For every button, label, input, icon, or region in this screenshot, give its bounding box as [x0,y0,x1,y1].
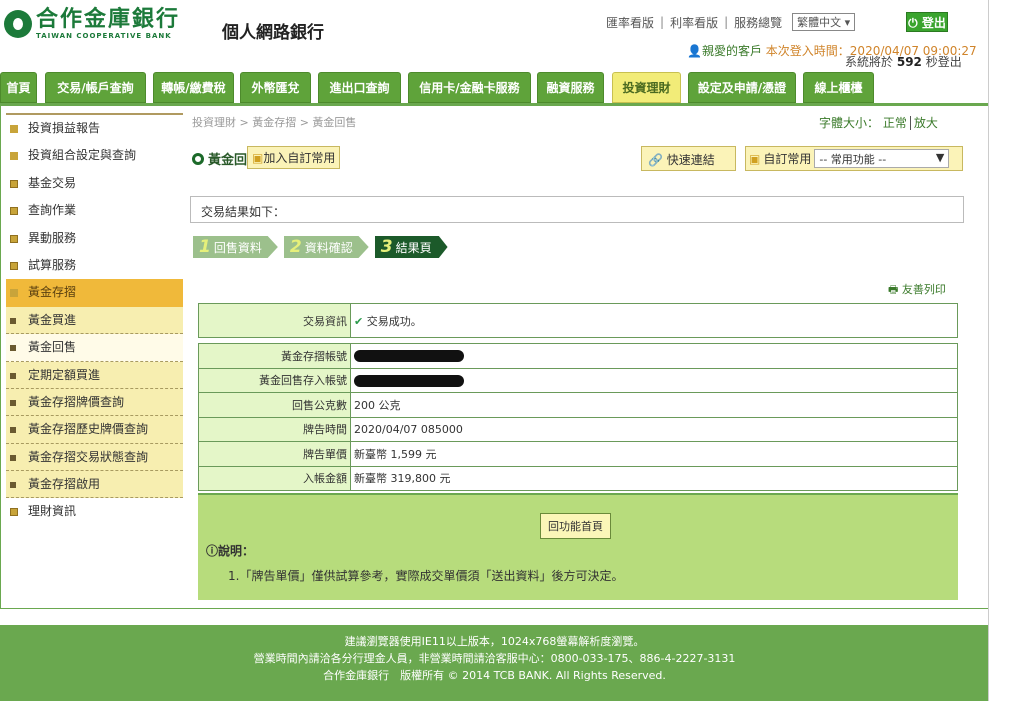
table-row: 回售公克數 200 公克 [198,392,958,418]
sidebar-sub-gold-sell[interactable]: 黃金回售 [6,334,183,362]
add-icon: ▣ [252,151,264,165]
note-item: 1.「牌告單價」僅供試算參考，實際成交單價須「送出資料」後方可決定。 [228,569,624,583]
result-table: 黃金存摺帳號 黃金回售存入帳號 回售公克數 200 公克 牌告時間 2020/04/… [198,343,958,491]
bullet-icon [10,482,16,489]
font-normal-link[interactable]: 正常 [883,116,907,130]
window-edge [988,0,989,701]
sidebar-sub-price-query[interactable]: 黃金存摺牌價查詢 [6,388,183,417]
sidebar-item-changes[interactable]: 異動服務 [6,225,183,252]
table-row: 入帳金額 新臺幣 319,800 元 [198,465,958,491]
expand-icon [10,207,18,216]
tab-import-export[interactable]: 進出口查詢 [318,72,401,103]
app-title: 個人網路銀行 [222,23,324,43]
logo-english: TAIWAN COOPERATIVE BANK [36,32,172,40]
step-2: 2 資料確認 [283,236,369,258]
status-table: 交易資訊 ✔ 交易成功。 [198,303,958,338]
favorites-icon: ▣ [749,151,761,166]
step-3: 3 結果頁 [374,236,448,258]
table-row: 牌告時間 2020/04/07 085000 [198,416,958,442]
footer-copyright: 合作金庫銀行 版權所有 © 2014 TCB BANK. All Rights … [323,669,666,682]
table-row: 牌告單價 新臺幣 1,599 元 [198,441,958,467]
bullet-icon [10,125,18,133]
sidebar-item-portfolio[interactable]: 投資組合設定與查詢 [6,142,183,169]
bullet-icon [10,399,16,406]
sidebar-sub-status-query[interactable]: 黃金存摺交易狀態查詢 [6,443,183,472]
tab-transfer[interactable]: 轉帳/繳費稅 [153,72,234,103]
footer-line: 建議瀏覽器使用IE11以上版本，1024x768螢幕解析度瀏覽。 [344,635,645,648]
favorites-select[interactable]: -- 常用功能 -- ▼ [814,149,950,168]
back-to-home-button[interactable]: 回功能首頁 [540,513,611,539]
tab-loans[interactable]: 融資服務 [537,72,604,103]
title-bullet-icon [192,152,204,165]
tab-settings[interactable]: 設定及申請/憑證 [688,72,796,103]
custom-favorites: ▣ 自訂常用 -- 常用功能 -- ▼ [745,146,963,171]
sidebar-item-query[interactable]: 查詢作業 [6,197,183,224]
tab-cards[interactable]: 信用卡/金融卡服務 [408,72,531,103]
info-icon: ⓘ [206,544,219,558]
redacted-scribble [354,350,464,363]
printer-icon: 🖶 [888,283,899,296]
redacted-scribble [354,374,464,387]
breadcrumb: 投資理財 > 黃金存摺 > 黃金回售 [192,116,357,129]
table-row: 交易資訊 ✔ 交易成功。 [198,303,958,338]
expand-icon [10,508,18,517]
service-overview-link[interactable]: 服務總覽 [734,14,782,31]
status-value: ✔ 交易成功。 [350,303,958,338]
step-1: 1 回售資料 [193,236,278,258]
footer: 建議瀏覽器使用IE11以上版本，1024x768螢幕解析度瀏覽。 營業時間內請洽… [0,625,989,701]
tab-home[interactable]: 首頁 [0,72,37,103]
font-large-link[interactable]: 放大 [909,116,938,130]
sidebar-sub-history-price[interactable]: 黃金存摺歷史牌價查詢 [6,416,183,444]
user-icon: 👤 [687,44,702,58]
sidebar-sub-activate[interactable]: 黃金存摺啟用 [6,471,183,499]
note-title: ⓘ說明： [206,544,255,558]
sidebar-item-gold[interactable]: 黃金存摺 [6,279,183,307]
language-select[interactable]: 繁體中文 ▾ [792,13,856,31]
tab-forex[interactable]: 外幣匯兌 [240,72,311,103]
check-icon: ✔ [354,314,364,328]
expand-icon [10,234,18,243]
table-row: 黃金存摺帳號 [198,343,958,369]
add-favorite-button[interactable]: ▣加入自訂常用 [247,146,341,169]
sidebar-item-finance-info[interactable]: 理財資訊 [6,498,183,525]
logo-text: 合作金庫銀行 [36,7,181,32]
bullet-icon [10,427,16,434]
tab-investment[interactable]: 投資理財 [612,72,681,103]
expand-icon [10,261,18,270]
sidebar-sub-gold-buy[interactable]: 黃金買進 [6,306,183,335]
exchange-rate-link[interactable]: 匯率看版 [606,14,654,31]
font-size-control: 字體大小： 正常 放大 [819,116,938,130]
bank-logo[interactable]: 合作金庫銀行 TAIWAN COOPERATIVE BANK [4,8,180,40]
sidebar-item-profit-report[interactable]: 投資損益報告 [6,115,183,142]
step-indicator: 1 回售資料 2 資料確認 3 結果頁 [193,236,448,258]
dropdown-arrow-icon: ▼ [935,151,945,164]
session-countdown: 系統將於 592 秒登出 [845,55,962,69]
bullet-icon [10,372,16,379]
main-nav: 首頁 交易/帳戶查詢 轉帳/繳費稅 外幣匯兌 進出口查詢 信用卡/金融卡服務 融… [0,72,1018,103]
logout-button[interactable]: ⏻ 登出 [906,12,948,32]
expand-icon [10,179,18,188]
table-row: 黃金回售存入帳號 [198,367,958,393]
bullet-icon [10,317,16,324]
interest-rate-link[interactable]: 利率看版 [670,14,718,31]
collapse-icon [10,289,18,298]
sidebar-item-funds[interactable]: 基金交易 [6,170,183,197]
sidebar-sub-regular-buy[interactable]: 定期定額買進 [6,361,183,389]
sidebar-item-calculator[interactable]: 試算服務 [6,252,183,279]
bullet-icon [10,152,18,161]
bullet-icon [10,345,16,352]
top-links: 匯率看版 | 利率看版 | 服務總覽 繁體中文 ▾ [606,13,856,31]
quick-link-button[interactable]: 🔗 快速連結 [641,146,736,171]
status-label: 交易資訊 [198,303,351,338]
tab-transactions[interactable]: 交易/帳戶查詢 [45,72,146,103]
bullet-icon [10,454,16,461]
print-link[interactable]: 🖶 友善列印 [888,281,946,300]
link-icon: 🔗 [648,153,663,167]
sidebar: 投資損益報告 投資組合設定與查詢 基金交易 查詢作業 異動服務 試算服務 黃金存… [6,113,183,526]
logo-mark-icon [4,10,32,38]
action-panel: 回功能首頁 ⓘ說明： 1.「牌告單價」僅供試算參考，實際成交單價須「送出資料」後… [198,493,958,600]
result-message: 交易結果如下： [190,196,964,223]
footer-line: 營業時間內請洽各分行理金人員，非營業時間請洽客服中心：0800-033-175、… [253,652,736,665]
tab-online-counter[interactable]: 線上櫃檯 [803,72,874,103]
